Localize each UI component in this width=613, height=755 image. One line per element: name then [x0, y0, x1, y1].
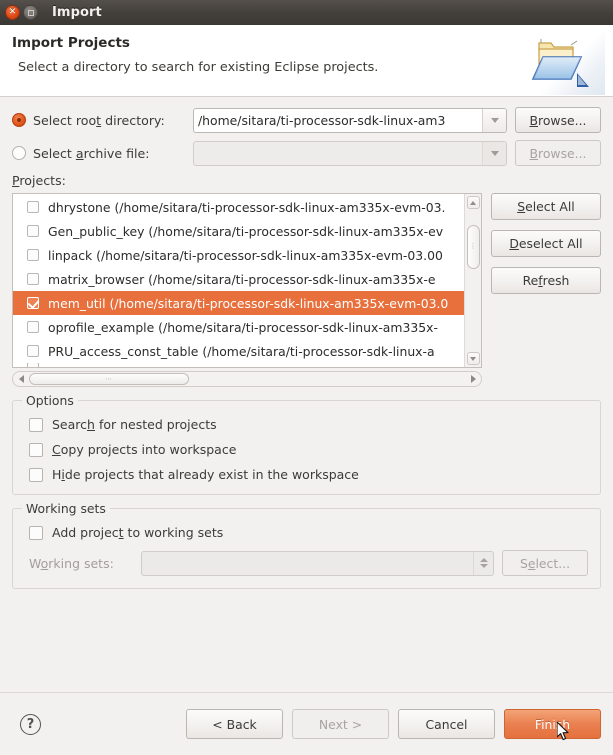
list-item-label: PRU_access_const_table (/home/sitara/ti-…	[48, 344, 435, 359]
maximize-icon[interactable]	[23, 5, 38, 20]
scroll-right-icon[interactable]	[467, 373, 479, 385]
select-all-button[interactable]: Select All	[491, 193, 601, 220]
page-subtitle: Select a directory to search for existin…	[18, 60, 599, 75]
list-item-partial[interactable]	[13, 363, 464, 367]
list-item-checkbox[interactable]	[27, 273, 39, 285]
window-title: Import	[52, 5, 102, 20]
options-group: Options Search for nested projects Copy …	[12, 400, 601, 495]
add-project-to-working-sets-checkbox[interactable]	[29, 526, 43, 540]
list-item-checkbox[interactable]	[27, 363, 39, 367]
list-item-checkbox[interactable]	[27, 225, 39, 237]
list-item-checkbox[interactable]	[27, 345, 39, 357]
list-item-label: mem_util (/home/sitara/ti-processor-sdk-…	[48, 296, 448, 311]
projects-list-rows: dhrystone (/home/sitara/ti-processor-sdk…	[13, 194, 464, 367]
option-search-nested-checkbox[interactable]	[29, 418, 43, 432]
working-sets-field-row: Working sets: Select...	[29, 550, 588, 576]
deselect-all-button[interactable]: Deselect All	[491, 230, 601, 257]
chevron-down-icon[interactable]	[482, 109, 506, 132]
browse-archive-file-button[interactable]: Browse...	[515, 140, 601, 166]
list-item[interactable]: PRU_access_const_table (/home/sitara/ti-…	[13, 339, 464, 363]
radio-select-archive-file[interactable]	[12, 146, 26, 160]
root-directory-row: Select root directory: /home/sitara/ti-p…	[12, 107, 601, 133]
root-directory-label: Select root directory:	[33, 113, 193, 128]
back-button[interactable]: < Back	[186, 709, 283, 739]
add-project-to-working-sets[interactable]: Add project to working sets	[29, 525, 588, 540]
list-item-checkbox[interactable]	[27, 249, 39, 261]
list-item-label: Gen_public_key (/home/sitara/ti-processo…	[48, 224, 443, 239]
list-item-checkbox[interactable]	[27, 321, 39, 333]
next-button[interactable]: Next >	[292, 709, 389, 739]
projects-action-buttons: Select All Deselect All Refresh	[491, 193, 601, 304]
browse-root-directory-button[interactable]: BBrowse...rowse...	[515, 107, 601, 133]
horizontal-scroll-track[interactable]: ⋯	[29, 373, 465, 385]
option-copy-projects[interactable]: Copy projects into workspace	[29, 442, 588, 457]
list-item[interactable]: linpack (/home/sitara/ti-processor-sdk-l…	[13, 243, 464, 267]
working-sets-input[interactable]	[142, 552, 473, 575]
scroll-down-icon[interactable]	[467, 352, 480, 365]
list-item-label: matrix_browser (/home/sitara/ti-processo…	[48, 272, 435, 287]
cancel-button[interactable]: Cancel	[398, 709, 495, 739]
list-item[interactable]: oprofile_example (/home/sitara/ti-proces…	[13, 315, 464, 339]
refresh-button[interactable]: Refresh	[491, 267, 601, 294]
projects-horizontal-scrollbar[interactable]: ⋯	[12, 371, 482, 387]
add-project-to-working-sets-label: Add project to working sets	[52, 525, 223, 540]
list-item-checkbox-checked[interactable]	[27, 297, 39, 309]
import-folder-icon	[521, 29, 605, 95]
list-item[interactable]: matrix_browser (/home/sitara/ti-processo…	[13, 267, 464, 291]
projects-label: Projects:	[12, 173, 601, 188]
list-item-checkbox[interactable]	[27, 201, 39, 213]
archive-file-input[interactable]	[194, 142, 482, 165]
projects-listbox[interactable]: dhrystone (/home/sitara/ti-processor-sdk…	[12, 193, 482, 368]
dialog-footer: ? < Back Next > Cancel Finish	[0, 693, 613, 755]
archive-file-label: Select archive file:	[33, 146, 193, 161]
vertical-scroll-track[interactable]: ⋮	[467, 211, 480, 350]
projects-section: dhrystone (/home/sitara/ti-processor-sdk…	[12, 193, 601, 387]
option-search-nested-label: Search for nested projects	[52, 417, 217, 432]
root-directory-input[interactable]: /home/sitara/ti-processor-sdk-linux-am3	[194, 109, 482, 132]
vertical-scroll-thumb[interactable]: ⋮	[467, 225, 480, 269]
horizontal-scroll-thumb[interactable]: ⋯	[29, 373, 189, 385]
options-legend: Options	[22, 393, 78, 408]
dialog-header: Import Projects Select a directory to se…	[0, 25, 613, 97]
root-directory-combo[interactable]: /home/sitara/ti-processor-sdk-linux-am3	[193, 108, 507, 133]
list-item-label: dhrystone (/home/sitara/ti-processor-sdk…	[48, 200, 445, 215]
option-hide-existing-checkbox[interactable]	[29, 468, 43, 482]
list-item-label: oprofile_example (/home/sitara/ti-proces…	[48, 320, 438, 335]
working-sets-combo[interactable]	[141, 551, 494, 576]
finish-button[interactable]: Finish	[504, 709, 601, 739]
working-sets-select-button[interactable]: Select...	[502, 550, 588, 576]
projects-vertical-scrollbar[interactable]: ⋮	[464, 194, 481, 367]
radio-select-root-directory[interactable]	[12, 113, 26, 127]
window-titlebar[interactable]: ✕ Import	[0, 0, 613, 25]
close-icon[interactable]: ✕	[5, 5, 20, 20]
list-item[interactable]: Gen_public_key (/home/sitara/ti-processo…	[13, 219, 464, 243]
spinner-arrows-icon[interactable]	[473, 552, 493, 575]
working-sets-legend: Working sets	[22, 501, 110, 516]
dialog-body: Select root directory: /home/sitara/ti-p…	[0, 97, 613, 589]
archive-file-combo[interactable]	[193, 141, 507, 166]
option-copy-projects-checkbox[interactable]	[29, 443, 43, 457]
option-hide-existing-label: Hide projects that already exist in the …	[52, 467, 359, 482]
working-sets-group: Working sets Add project to working sets…	[12, 508, 601, 589]
option-copy-projects-label: Copy projects into workspace	[52, 442, 236, 457]
scroll-up-icon[interactable]	[467, 196, 480, 209]
archive-file-row: Select archive file: Browse...	[12, 140, 601, 166]
option-search-nested[interactable]: Search for nested projects	[29, 417, 588, 432]
list-item-label: linpack (/home/sitara/ti-processor-sdk-l…	[48, 248, 443, 263]
working-sets-field-label: Working sets:	[29, 556, 141, 571]
list-item-selected[interactable]: mem_util (/home/sitara/ti-processor-sdk-…	[13, 291, 464, 315]
list-item[interactable]: dhrystone (/home/sitara/ti-processor-sdk…	[13, 195, 464, 219]
scroll-left-icon[interactable]	[15, 373, 27, 385]
option-hide-existing[interactable]: Hide projects that already exist in the …	[29, 467, 588, 482]
page-title: Import Projects	[12, 35, 599, 51]
help-icon[interactable]: ?	[20, 714, 41, 735]
chevron-down-icon[interactable]	[482, 142, 506, 165]
